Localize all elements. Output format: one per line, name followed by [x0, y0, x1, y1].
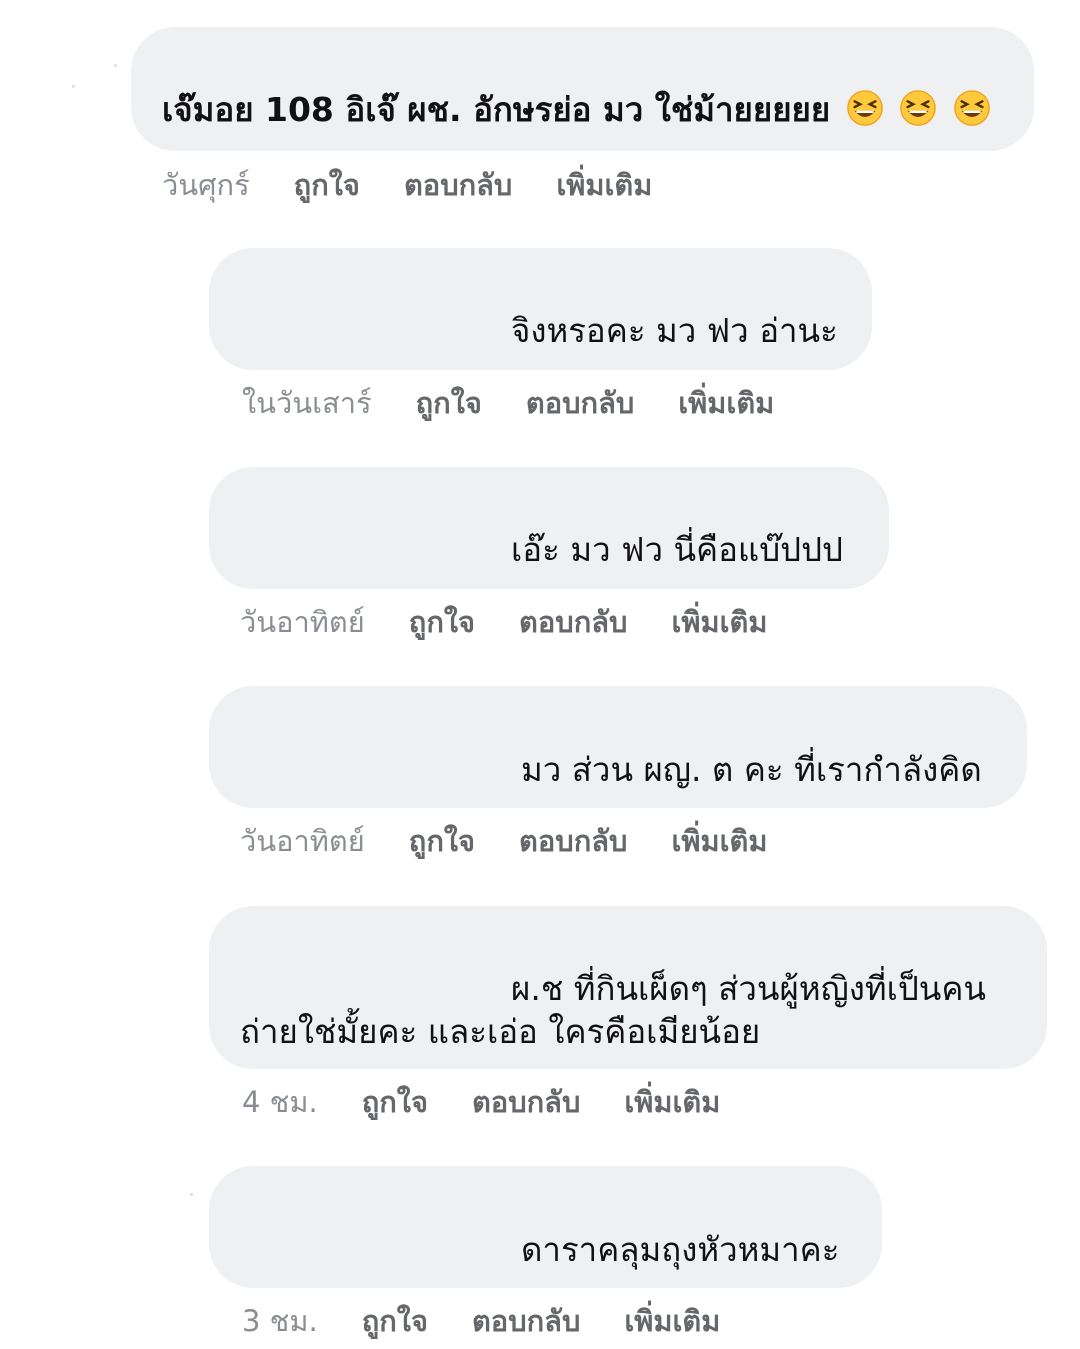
more-button[interactable]: เพิ่มเติม [671, 599, 767, 645]
image-artifact [190, 1193, 193, 1196]
like-button[interactable]: ถูกใจ [294, 162, 360, 208]
comment-actions: วันอาทิตย์ ถูกใจ ตอบกลับ เพิ่มเติม [240, 818, 811, 864]
comment-text-content: เจ๊มอย 108 อิเจ๊ ผช. อักษรย่อ มว ใช่ม้าย… [162, 90, 831, 129]
laughing-face-icon [953, 90, 990, 126]
comment-actions: วันศุกร์ ถูกใจ ตอบกลับ เพิ่มเติม [162, 162, 696, 208]
image-artifact [72, 85, 75, 88]
more-button[interactable]: เพิ่มเติม [624, 1079, 720, 1125]
laughing-face-icon [900, 90, 937, 126]
comment-actions: วันอาทิตย์ ถูกใจ ตอบกลับ เพิ่มเติม [240, 599, 811, 645]
comment-text: ดาราคลุมถุงหัวหมาคะ [521, 1230, 840, 1269]
comment-text: มว ส่วน ผญ. ต คะ ที่เรากำลังคิด [521, 750, 982, 789]
reply-button[interactable]: ตอบกลับ [519, 599, 627, 645]
comment-text: เอ๊ะ มว ฟว นี่คือแบ๊ปปป [511, 530, 843, 569]
comment-actions: ในวันเสาร์ ถูกใจ ตอบกลับ เพิ่มเติม [242, 380, 818, 426]
comment-timestamp[interactable]: วันอาทิตย์ [240, 818, 365, 864]
more-button[interactable]: เพิ่มเติม [556, 162, 652, 208]
comment-text-line: ผ.ช ที่กินเผ็ดๆ ส่วนผู้หญิงที่เป็นคน [511, 969, 986, 1008]
more-button[interactable]: เพิ่มเติม [671, 818, 767, 864]
comment-actions: 4 ชม. ถูกใจ ตอบกลับ เพิ่มเติม [242, 1079, 764, 1125]
more-button[interactable]: เพิ่มเติม [678, 380, 774, 426]
comment-text: จิงหรอคะ มว ฟว อ่านะ [511, 311, 838, 350]
reply-button[interactable]: ตอบกลับ [519, 818, 627, 864]
comment-text: เจ๊มอย 108 อิเจ๊ ผช. อักษรย่อ มว ใช่ม้าย… [162, 88, 991, 132]
comment-timestamp[interactable]: 3 ชม. [242, 1298, 318, 1344]
like-button[interactable]: ถูกใจ [362, 1298, 428, 1344]
comment-timestamp[interactable]: 4 ชม. [242, 1079, 318, 1125]
like-button[interactable]: ถูกใจ [409, 599, 475, 645]
comment-timestamp[interactable]: วันอาทิตย์ [240, 599, 365, 645]
comment-actions: 3 ชม. ถูกใจ ตอบกลับ เพิ่มเติม [242, 1298, 764, 1344]
comment-timestamp[interactable]: วันศุกร์ [162, 162, 250, 208]
like-button[interactable]: ถูกใจ [416, 380, 482, 426]
like-button[interactable]: ถูกใจ [409, 818, 475, 864]
image-artifact [114, 64, 117, 67]
more-button[interactable]: เพิ่มเติม [624, 1298, 720, 1344]
comment-text-line: ถ่ายใช่มั้ยคะ และเอ่อ ใครคือเมียน้อย [240, 1012, 761, 1051]
comment-timestamp[interactable]: ในวันเสาร์ [242, 380, 372, 426]
laughing-face-icon [846, 90, 883, 126]
reply-button[interactable]: ตอบกลับ [472, 1298, 580, 1344]
like-button[interactable]: ถูกใจ [362, 1079, 428, 1125]
reply-button[interactable]: ตอบกลับ [526, 380, 634, 426]
reply-button[interactable]: ตอบกลับ [472, 1079, 580, 1125]
reply-button[interactable]: ตอบกลับ [404, 162, 512, 208]
